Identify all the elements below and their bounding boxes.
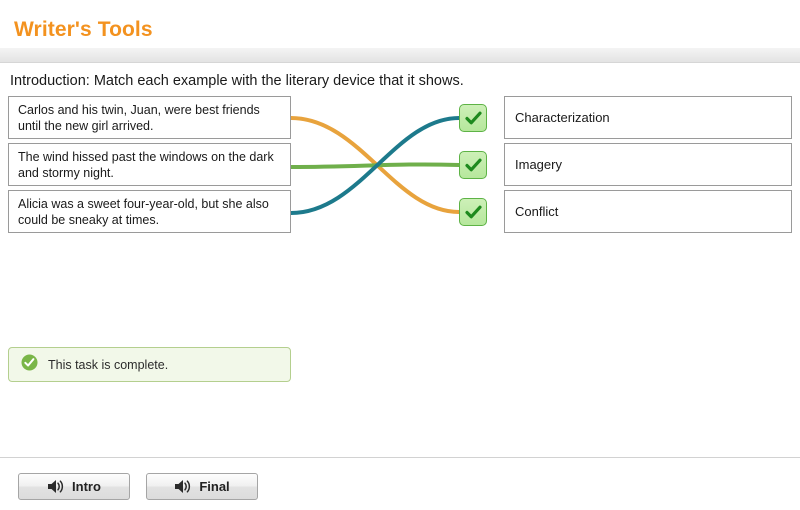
match-status-badge <box>459 198 487 226</box>
prompt-box[interactable]: Alicia was a sweet four-year-old, but sh… <box>8 190 291 233</box>
answer-box[interactable]: Imagery <box>504 143 792 186</box>
play-final-audio-button[interactable]: Final <box>146 473 258 500</box>
instruction-text: Introduction: Match each example with th… <box>10 73 464 89</box>
answer-label: Imagery <box>515 157 562 172</box>
prompt-text: The wind hissed past the windows on the … <box>18 150 274 180</box>
answer-box[interactable]: Characterization <box>504 96 792 139</box>
connector-line-green <box>289 162 461 169</box>
check-icon <box>464 111 482 126</box>
header-divider-band <box>0 48 800 63</box>
page-title: Writer's Tools <box>14 18 153 41</box>
prompt-text: Carlos and his twin, Juan, were best fri… <box>18 103 260 133</box>
check-icon <box>464 205 482 220</box>
button-label: Final <box>199 479 230 494</box>
check-icon <box>464 158 482 173</box>
speaker-icon <box>174 479 192 494</box>
task-complete-text: This task is complete. <box>48 357 169 372</box>
match-status-badge <box>459 151 487 179</box>
app-header: Writer's Tools <box>0 0 800 48</box>
prompt-text: Alicia was a sweet four-year-old, but sh… <box>18 197 269 227</box>
connector-line-teal <box>289 116 461 215</box>
answer-box[interactable]: Conflict <box>504 190 792 233</box>
answer-label: Conflict <box>515 204 559 219</box>
prompt-box[interactable]: Carlos and his twin, Juan, were best fri… <box>8 96 291 139</box>
match-status-badge <box>459 104 487 132</box>
button-label: Intro <box>72 479 101 494</box>
speaker-icon <box>47 479 65 494</box>
answer-label: Characterization <box>515 110 610 125</box>
matching-activity: Carlos and his twin, Juan, were best fri… <box>0 96 800 241</box>
prompt-box[interactable]: The wind hissed past the windows on the … <box>8 143 291 186</box>
footer-toolbar: Intro Final <box>0 458 800 510</box>
connector-line-orange <box>289 116 461 214</box>
task-complete-notice: This task is complete. <box>8 347 291 382</box>
play-intro-audio-button[interactable]: Intro <box>18 473 130 500</box>
success-check-circle-icon <box>21 354 38 376</box>
